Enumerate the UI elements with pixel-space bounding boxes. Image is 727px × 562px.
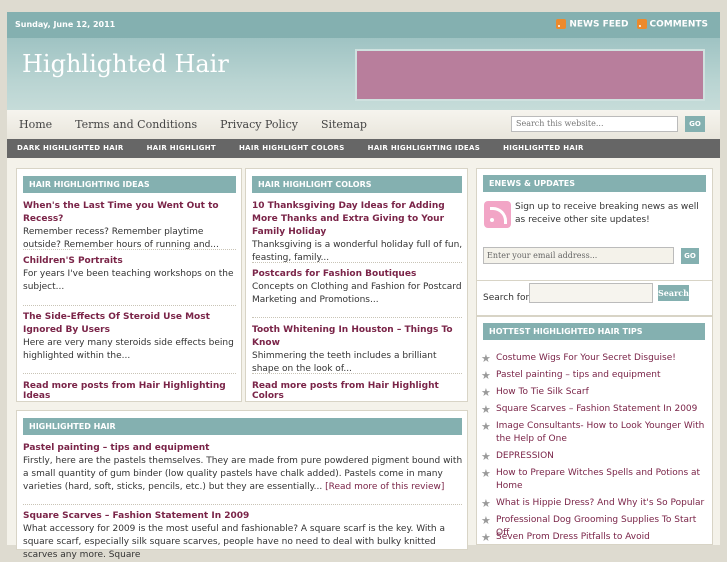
- read-more-link[interactable]: Read more posts from Hair Highlight Colo…: [252, 381, 467, 401]
- divider: [252, 373, 462, 374]
- tips-list: ★ Costume Wigs For Your Secret Disguise! …: [481, 352, 707, 548]
- header-search-button[interactable]: GO: [685, 116, 705, 132]
- post-excerpt: Firstly, here are the pastels themselves…: [23, 456, 463, 492]
- list-item[interactable]: ★ Image Consultants- How to Look Younger …: [481, 420, 707, 450]
- rss-icon: [636, 19, 647, 29]
- list-item[interactable]: ★ DEPRESSION: [481, 450, 707, 467]
- cat-hair-highlight[interactable]: HAIR HIGHLIGHT: [147, 144, 216, 152]
- read-more-link[interactable]: Read more posts from Hair Highlighting I…: [23, 381, 241, 401]
- nav-item-home[interactable]: Home: [19, 118, 52, 131]
- list-item: Tooth Whitening In Houston – Things To K…: [252, 324, 464, 376]
- list-item[interactable]: ★ What is Hippie Dress? And Why it's So P…: [481, 497, 707, 514]
- list-item[interactable]: ★ Costume Wigs For Your Secret Disguise!: [481, 352, 707, 369]
- list-item[interactable]: ★ How To Tie Silk Scarf: [481, 386, 707, 403]
- divider: [252, 317, 462, 318]
- sidebar-search: Search for: Search: [476, 280, 713, 316]
- nav-item-privacy[interactable]: Privacy Policy: [220, 118, 298, 131]
- list-item[interactable]: ★ Professional Dog Grooming Supplies To S…: [481, 514, 707, 538]
- post-title[interactable]: When's the Last Time you Went Out to Rec…: [23, 200, 237, 226]
- cat-hair-highlight-colors[interactable]: HAIR HIGHLIGHT COLORS: [239, 144, 345, 152]
- sidebar-search-button[interactable]: Search: [658, 285, 689, 301]
- star-icon: ★: [481, 450, 491, 463]
- post-excerpt: Concepts on Clothing and Fashion for Pos…: [252, 282, 462, 305]
- feed-links: NEWS FEED COMMENTS: [556, 19, 708, 30]
- list-item: Children'S Portraits For years I've been…: [23, 255, 237, 294]
- post-title[interactable]: Pastel painting – tips and equipment: [23, 442, 463, 455]
- widget-title: HOTTEST HIGHLIGHTED HAIR TIPS: [483, 323, 705, 340]
- box-title: HIGHLIGHTED HAIR: [23, 418, 462, 435]
- rss-icon: [484, 201, 511, 228]
- box-highlighted-hair: HIGHLIGHTED HAIR Pastel painting – tips …: [16, 410, 468, 560]
- enews-widget: ENEWS & UPDATES Sign up to receive break…: [476, 168, 713, 282]
- rss-icon: [556, 19, 567, 29]
- widget-title: ENEWS & UPDATES: [483, 175, 706, 192]
- email-input[interactable]: Enter your email address...: [483, 247, 674, 264]
- top-bar: Sunday, June 12, 2011 NEWS FEED COMMENTS: [7, 12, 720, 38]
- box-hair-highlighting-ideas: HAIR HIGHLIGHTING IDEAS When's the Last …: [16, 168, 242, 402]
- list-item: When's the Last Time you Went Out to Rec…: [23, 200, 237, 252]
- cat-highlighted-hair[interactable]: HIGHLIGHTED HAIR: [503, 144, 584, 152]
- list-item: 10 Thanksgiving Day Ideas for Adding Mor…: [252, 200, 464, 265]
- list-item: Postcards for Fashion Boutiques Concepts…: [252, 268, 464, 307]
- box-title: HAIR HIGHLIGHT COLORS: [252, 176, 462, 193]
- site-header: Highlighted Hair: [7, 38, 720, 110]
- banner-ad[interactable]: [355, 49, 705, 101]
- post-title[interactable]: Square Scarves – Fashion Statement In 20…: [23, 510, 463, 523]
- list-item[interactable]: ★ Seven Prom Dress Pitfalls to Avoid: [481, 531, 707, 548]
- star-icon: ★: [481, 467, 491, 480]
- category-nav: DARK HIGHLIGHTED HAIR HAIR HIGHLIGHT HAI…: [7, 139, 720, 158]
- divider: [23, 249, 236, 250]
- star-icon: ★: [481, 386, 491, 399]
- nav-item-terms[interactable]: Terms and Conditions: [75, 118, 197, 131]
- list-item: The Side-Effects Of Steroid Use Most Ign…: [23, 311, 237, 363]
- box-title: HAIR HIGHLIGHTING IDEAS: [23, 176, 236, 193]
- read-more-review-link[interactable]: [Read more of this review]: [325, 482, 444, 492]
- comments-feed-link[interactable]: COMMENTS: [636, 19, 708, 30]
- divider: [23, 305, 236, 306]
- site-title[interactable]: Highlighted Hair: [22, 50, 229, 78]
- search-label: Search for:: [483, 293, 533, 303]
- post-title[interactable]: The Side-Effects Of Steroid Use Most Ign…: [23, 311, 237, 337]
- post-excerpt: For years I've been teaching workshops o…: [23, 269, 234, 292]
- cat-dark-highlighted-hair[interactable]: DARK HIGHLIGHTED HAIR: [17, 144, 124, 152]
- page: Sunday, June 12, 2011 NEWS FEED COMMENTS…: [7, 12, 720, 560]
- list-item: Square Scarves – Fashion Statement In 20…: [23, 510, 463, 562]
- post-excerpt: What accessory for 2009 is the most usef…: [23, 524, 446, 560]
- divider: [23, 373, 236, 374]
- current-date: Sunday, June 12, 2011: [15, 20, 116, 29]
- star-icon: ★: [481, 531, 491, 544]
- box-hair-highlight-colors: HAIR HIGHLIGHT COLORS 10 Thanksgiving Da…: [245, 168, 468, 402]
- primary-nav: Home Terms and Conditions Privacy Policy…: [7, 110, 720, 140]
- cat-hair-highlighting-ideas[interactable]: HAIR HIGHLIGHTING IDEAS: [368, 144, 480, 152]
- enews-text: Sign up to receive breaking news as well…: [515, 202, 699, 225]
- star-icon: ★: [481, 514, 491, 527]
- list-item: Pastel painting – tips and equipment Fir…: [23, 442, 463, 494]
- divider: [23, 504, 462, 505]
- star-icon: ★: [481, 369, 491, 382]
- divider: [252, 262, 462, 263]
- email-go-button[interactable]: GO: [681, 248, 699, 264]
- star-icon: ★: [481, 420, 491, 433]
- post-title[interactable]: Postcards for Fashion Boutiques: [252, 268, 464, 281]
- post-excerpt: Here are very many steroids side effects…: [23, 338, 234, 361]
- star-icon: ★: [481, 497, 491, 510]
- header-search-input[interactable]: Search this website...: [511, 116, 678, 132]
- list-item[interactable]: ★ Pastel painting – tips and equipment: [481, 369, 707, 386]
- nav-item-sitemap[interactable]: Sitemap: [321, 118, 367, 131]
- post-title[interactable]: Children'S Portraits: [23, 255, 237, 268]
- star-icon: ★: [481, 403, 491, 416]
- post-title[interactable]: Tooth Whitening In Houston – Things To K…: [252, 324, 464, 350]
- star-icon: ★: [481, 352, 491, 365]
- list-item[interactable]: ★ Square Scarves – Fashion Statement In 2…: [481, 403, 707, 420]
- sidebar-search-input[interactable]: [529, 283, 653, 303]
- news-feed-link[interactable]: NEWS FEED: [556, 19, 629, 30]
- list-item[interactable]: ★ How to Prepare Witches Spells and Potio…: [481, 467, 707, 497]
- post-title[interactable]: 10 Thanksgiving Day Ideas for Adding Mor…: [252, 200, 464, 239]
